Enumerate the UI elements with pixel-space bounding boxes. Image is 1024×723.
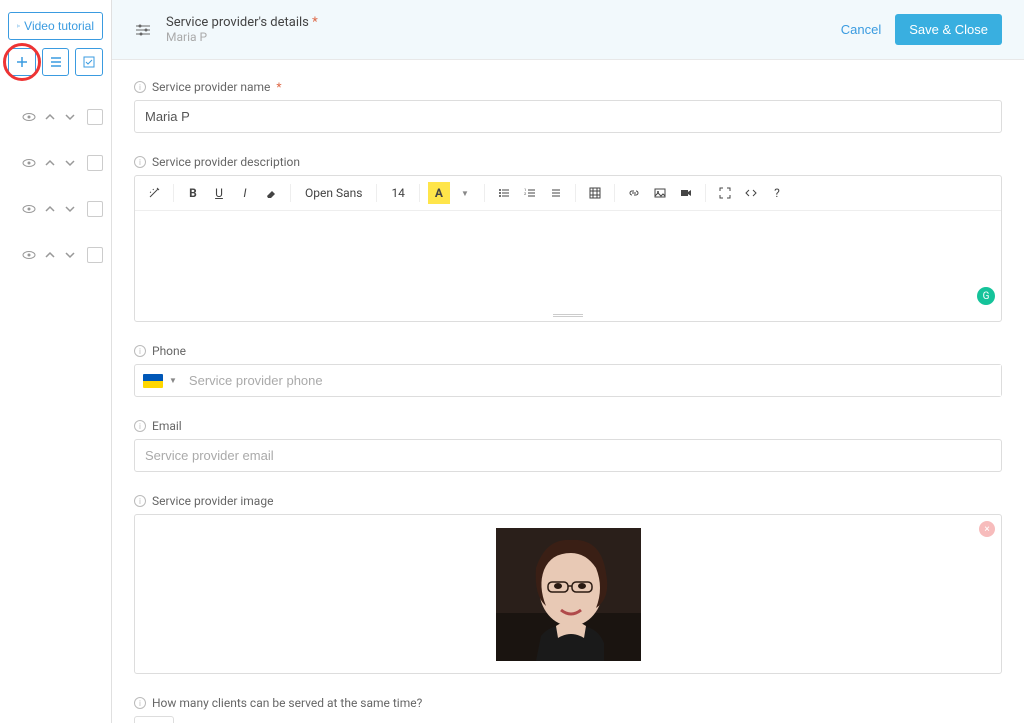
required-asterisk: * bbox=[312, 15, 318, 30]
chevron-down-icon[interactable] bbox=[64, 203, 76, 215]
link-icon[interactable] bbox=[623, 182, 645, 204]
font-family-select[interactable]: Open Sans bbox=[299, 182, 368, 204]
info-icon[interactable]: i bbox=[134, 345, 146, 357]
resize-handle[interactable] bbox=[135, 311, 1001, 321]
table-icon[interactable] bbox=[584, 182, 606, 204]
clients-input[interactable] bbox=[134, 716, 174, 723]
main-panel: Service provider's details * Maria P Can… bbox=[112, 0, 1024, 723]
chevron-down-icon[interactable] bbox=[64, 111, 76, 123]
fullscreen-icon[interactable] bbox=[714, 182, 736, 204]
sidebar: Video tutorial bbox=[0, 0, 112, 723]
paragraph-icon[interactable] bbox=[545, 182, 567, 204]
play-icon bbox=[17, 21, 20, 31]
name-field: i Service provider name * bbox=[134, 80, 1002, 133]
info-icon[interactable]: i bbox=[134, 495, 146, 507]
remove-image-icon[interactable]: × bbox=[979, 521, 995, 537]
underline-button[interactable]: U bbox=[208, 182, 230, 204]
item-checkbox[interactable] bbox=[87, 109, 103, 125]
check-box-icon bbox=[82, 55, 96, 69]
video-tutorial-button[interactable]: Video tutorial bbox=[8, 12, 103, 40]
chevron-up-icon[interactable] bbox=[44, 249, 56, 261]
image-label: Service provider image bbox=[152, 494, 273, 508]
ordered-list-icon[interactable]: 12 bbox=[519, 182, 541, 204]
image-field: i Service provider image × bbox=[134, 494, 1002, 674]
info-icon[interactable]: i bbox=[134, 697, 146, 709]
list-icon bbox=[49, 55, 63, 69]
provider-list bbox=[8, 109, 103, 263]
email-label: Email bbox=[152, 419, 182, 433]
email-field: i Email bbox=[134, 419, 1002, 472]
panel-header: Service provider's details * Maria P Can… bbox=[112, 0, 1024, 60]
email-input[interactable] bbox=[134, 439, 1002, 472]
video-tutorial-label: Video tutorial bbox=[24, 19, 94, 33]
info-icon[interactable]: i bbox=[134, 420, 146, 432]
item-checkbox[interactable] bbox=[87, 247, 103, 263]
list-item bbox=[8, 247, 103, 263]
help-icon[interactable]: ? bbox=[766, 182, 788, 204]
plus-icon bbox=[15, 55, 29, 69]
eye-icon[interactable] bbox=[22, 110, 36, 124]
list-item bbox=[8, 201, 103, 217]
eye-icon[interactable] bbox=[22, 156, 36, 170]
provider-avatar bbox=[496, 528, 641, 661]
font-size-select[interactable]: 14 bbox=[385, 182, 411, 204]
chevron-down-icon[interactable] bbox=[64, 249, 76, 261]
form-body: i Service provider name * i Service prov… bbox=[112, 60, 1024, 723]
editor-textarea[interactable]: G bbox=[135, 211, 1001, 311]
settings-icon bbox=[134, 21, 152, 39]
info-icon[interactable]: i bbox=[134, 156, 146, 168]
text-color-button[interactable]: A bbox=[428, 182, 450, 204]
chevron-down-icon[interactable] bbox=[64, 157, 76, 169]
rich-text-editor: B U I Open Sans 14 A ▼ 12 bbox=[134, 175, 1002, 322]
info-icon[interactable]: i bbox=[134, 81, 146, 93]
description-field: i Service provider description B U I Ope… bbox=[134, 155, 1002, 322]
unordered-list-icon[interactable] bbox=[493, 182, 515, 204]
panel-title: Service provider's details * bbox=[166, 15, 841, 30]
grammarly-icon[interactable]: G bbox=[977, 287, 995, 305]
check-view-button[interactable] bbox=[75, 48, 103, 76]
color-caret-icon[interactable]: ▼ bbox=[454, 182, 476, 204]
description-label: Service provider description bbox=[152, 155, 300, 169]
video-icon[interactable] bbox=[675, 182, 697, 204]
image-icon[interactable] bbox=[649, 182, 671, 204]
required-asterisk: * bbox=[276, 80, 281, 94]
name-label: Service provider name bbox=[152, 80, 270, 94]
item-checkbox[interactable] bbox=[87, 155, 103, 171]
phone-label: Phone bbox=[152, 344, 186, 358]
italic-button[interactable]: I bbox=[234, 182, 256, 204]
sidebar-icon-row bbox=[8, 48, 103, 76]
name-input[interactable] bbox=[134, 100, 1002, 133]
eye-icon[interactable] bbox=[22, 248, 36, 262]
clients-field: i How many clients can be served at the … bbox=[134, 696, 1002, 723]
chevron-up-icon[interactable] bbox=[44, 203, 56, 215]
panel-subtitle: Maria P bbox=[166, 30, 841, 44]
list-item bbox=[8, 109, 103, 125]
flag-caret-icon[interactable]: ▼ bbox=[169, 376, 177, 385]
magic-icon[interactable] bbox=[143, 182, 165, 204]
list-item bbox=[8, 155, 103, 171]
phone-input[interactable] bbox=[185, 365, 1001, 396]
list-view-button[interactable] bbox=[42, 48, 70, 76]
country-flag-ukraine[interactable] bbox=[143, 374, 163, 388]
save-close-button[interactable]: Save & Close bbox=[895, 14, 1002, 45]
eraser-icon[interactable] bbox=[260, 182, 282, 204]
item-checkbox[interactable] bbox=[87, 201, 103, 217]
svg-text:2: 2 bbox=[524, 191, 527, 196]
bold-button[interactable]: B bbox=[182, 182, 204, 204]
clients-label: How many clients can be served at the sa… bbox=[152, 696, 422, 710]
add-provider-button[interactable] bbox=[8, 48, 36, 76]
phone-field: i Phone ▼ bbox=[134, 344, 1002, 397]
cancel-button[interactable]: Cancel bbox=[841, 22, 881, 37]
eye-icon[interactable] bbox=[22, 202, 36, 216]
image-upload-box[interactable]: × bbox=[134, 514, 1002, 674]
editor-toolbar: B U I Open Sans 14 A ▼ 12 bbox=[135, 176, 1001, 211]
code-view-icon[interactable] bbox=[740, 182, 762, 204]
chevron-up-icon[interactable] bbox=[44, 157, 56, 169]
chevron-up-icon[interactable] bbox=[44, 111, 56, 123]
